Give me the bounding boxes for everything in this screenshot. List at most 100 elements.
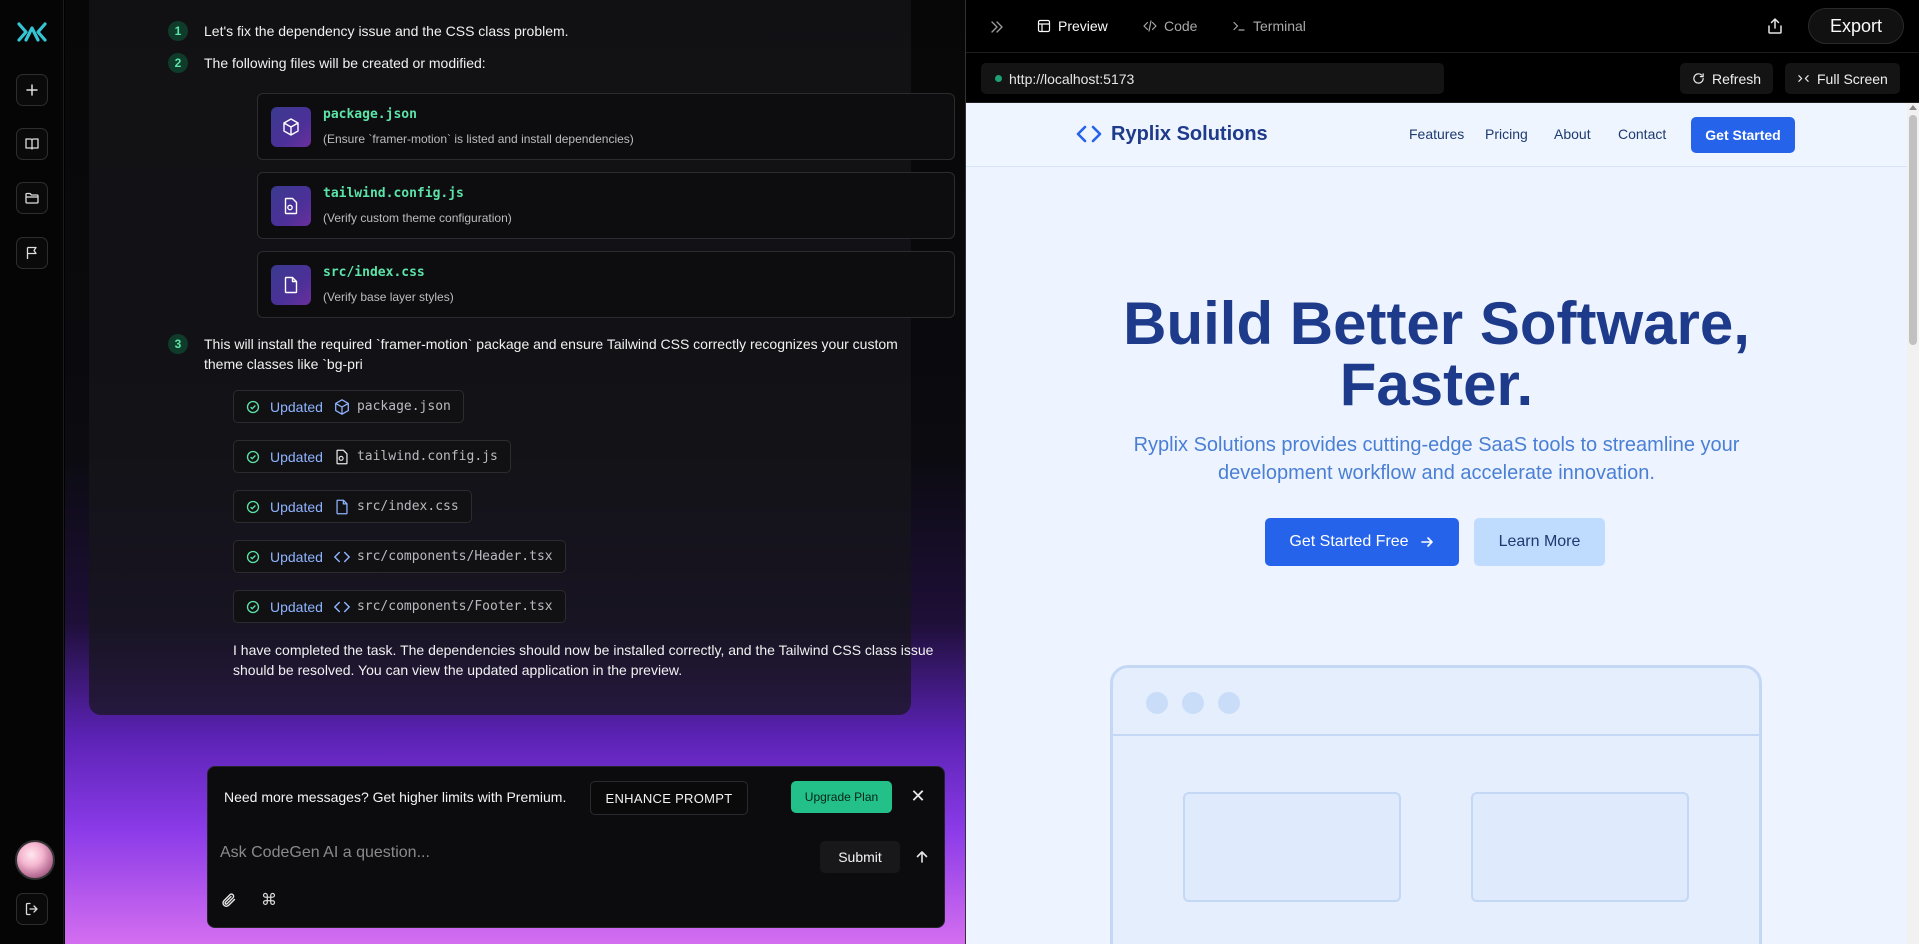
get-started-free-button[interactable]: Get Started Free	[1265, 518, 1459, 566]
updated-chip[interactable]: Updated src/index.css	[233, 490, 472, 523]
nav-link-about[interactable]: About	[1554, 126, 1591, 142]
step-number: 2	[168, 53, 188, 73]
site-brand[interactable]: Ryplix Solutions	[1075, 122, 1268, 146]
file-card-package-json[interactable]: package.json (Ensure `framer-motion` is …	[257, 93, 955, 160]
flag-button[interactable]	[16, 237, 48, 269]
updated-chip[interactable]: Updated tailwind.config.js	[233, 440, 511, 473]
url-row: http://localhost:5173 Refresh Full Scree…	[966, 53, 1919, 103]
mockup-divider	[1113, 734, 1759, 736]
nav-link-features[interactable]: Features	[1409, 126, 1464, 142]
file-name: package.json	[323, 107, 417, 122]
refresh-icon	[1693, 73, 1704, 84]
refresh-button[interactable]: Refresh	[1680, 63, 1774, 94]
book-icon	[25, 138, 39, 150]
tab-preview[interactable]: Preview	[1037, 15, 1108, 37]
updated-label: Updated	[270, 548, 323, 565]
learn-more-button[interactable]: Learn More	[1474, 518, 1605, 566]
scrollbar-thumb[interactable]	[1909, 115, 1917, 345]
paperclip-icon[interactable]	[220, 891, 238, 909]
logout-icon	[25, 902, 38, 916]
logout-button[interactable]	[16, 893, 48, 925]
double-chevron-right-icon[interactable]	[988, 18, 1006, 36]
preview-scrollbar[interactable]	[1907, 103, 1919, 944]
limit-notice: Need more messages? Get higher limits wi…	[224, 789, 567, 805]
file-icon	[271, 265, 311, 305]
library-button[interactable]	[16, 128, 48, 160]
code-icon	[334, 551, 350, 562]
app-logo-icon[interactable]	[16, 20, 48, 44]
updated-chip[interactable]: Updated src/components/Header.tsx	[233, 540, 566, 573]
updated-label: Updated	[270, 598, 323, 615]
nav-link-contact[interactable]: Contact	[1618, 126, 1666, 142]
upgrade-plan-button[interactable]: Upgrade Plan	[791, 781, 892, 813]
close-icon[interactable]: ✕	[907, 785, 929, 807]
expand-icon	[1798, 75, 1809, 82]
step-1: 1 Let's fix the dependency issue and the…	[168, 21, 904, 41]
send-arrow-icon[interactable]	[912, 847, 932, 867]
prompt-input[interactable]	[220, 841, 810, 865]
chat-panel: 1 Let's fix the dependency issue and the…	[65, 0, 965, 944]
layout-icon	[1037, 19, 1051, 33]
tab-code[interactable]: Code	[1143, 15, 1197, 37]
fullscreen-label: Full Screen	[1817, 70, 1888, 87]
assistant-final-message: I have completed the task. The dependenc…	[233, 642, 934, 678]
check-circle-icon	[246, 450, 260, 463]
mockup-panel	[1183, 792, 1401, 902]
file-name: src/index.css	[323, 265, 425, 280]
fullscreen-button[interactable]: Full Screen	[1785, 63, 1900, 94]
address-bar[interactable]: http://localhost:5173	[981, 63, 1444, 94]
file-card-index-css[interactable]: src/index.css (Verify base layer styles)	[257, 251, 955, 318]
check-circle-icon	[246, 400, 260, 413]
step-3: 3 This will install the required `framer…	[168, 334, 904, 374]
window-dot	[1218, 692, 1240, 714]
enhance-prompt-button[interactable]: ENHANCE PROMPT	[590, 781, 748, 815]
icon-rail	[0, 0, 64, 944]
app-root: 1 Let's fix the dependency issue and the…	[0, 0, 1919, 944]
config-file-icon	[336, 449, 348, 464]
step-text: This will install the required `framer-m…	[204, 336, 898, 372]
window-dot	[1146, 692, 1168, 714]
file-name: tailwind.config.js	[323, 186, 464, 201]
share-icon[interactable]	[1765, 16, 1785, 36]
hero-subtitle: Ryplix Solutions provides cutting-edge S…	[1133, 434, 1740, 484]
hero-title-line-1: Build Better Software,	[1123, 290, 1750, 357]
tab-terminal[interactable]: Terminal	[1232, 15, 1306, 37]
projects-button[interactable]	[16, 182, 48, 214]
file-description: (Verify custom theme configuration)	[323, 211, 512, 225]
tab-label: Preview	[1058, 18, 1108, 34]
new-chat-button[interactable]	[16, 74, 48, 106]
step-number: 3	[168, 334, 188, 354]
updated-label: Updated	[270, 398, 323, 415]
export-button[interactable]: Export	[1808, 8, 1904, 44]
package-icon	[271, 107, 311, 147]
mockup-panel	[1471, 792, 1689, 902]
brand-name: Ryplix Solutions	[1111, 122, 1268, 145]
user-avatar[interactable]	[15, 840, 55, 880]
preview-website: Ryplix Solutions Features Pricing About …	[966, 103, 1919, 944]
tab-label: Terminal	[1253, 18, 1306, 34]
nav-link-pricing[interactable]: Pricing	[1485, 126, 1528, 142]
config-file-icon	[271, 186, 311, 226]
arrow-right-icon	[1420, 537, 1433, 547]
step-2: 2 The following files will be created or…	[168, 53, 904, 73]
code-icon	[334, 601, 350, 612]
tab-label: Code	[1164, 18, 1198, 34]
preview-toolbar: Preview Code Terminal Export	[966, 0, 1919, 53]
updated-chip[interactable]: Updated src/components/Footer.tsx	[233, 590, 566, 623]
plus-icon	[26, 84, 38, 96]
updated-path: package.json	[356, 399, 451, 414]
browser-mockup-illustration	[1110, 665, 1762, 944]
hero-title: Build Better Software, Faster.	[966, 293, 1907, 415]
window-dot	[1182, 692, 1204, 714]
file-card-tailwind-config[interactable]: tailwind.config.js (Verify custom theme …	[257, 172, 955, 239]
command-icon[interactable]: ⌘	[260, 891, 278, 909]
submit-button[interactable]: Submit	[820, 841, 900, 873]
nav-get-started-button[interactable]: Get Started	[1691, 117, 1795, 153]
prompt-box: Need more messages? Get higher limits wi…	[207, 766, 945, 928]
step-number: 1	[168, 21, 188, 41]
scroll-up-arrow-icon[interactable]	[1909, 105, 1917, 110]
check-circle-icon	[246, 600, 260, 613]
updated-chip[interactable]: Updated package.json	[233, 390, 464, 423]
file-icon	[336, 499, 348, 514]
folder-icon	[25, 192, 39, 204]
